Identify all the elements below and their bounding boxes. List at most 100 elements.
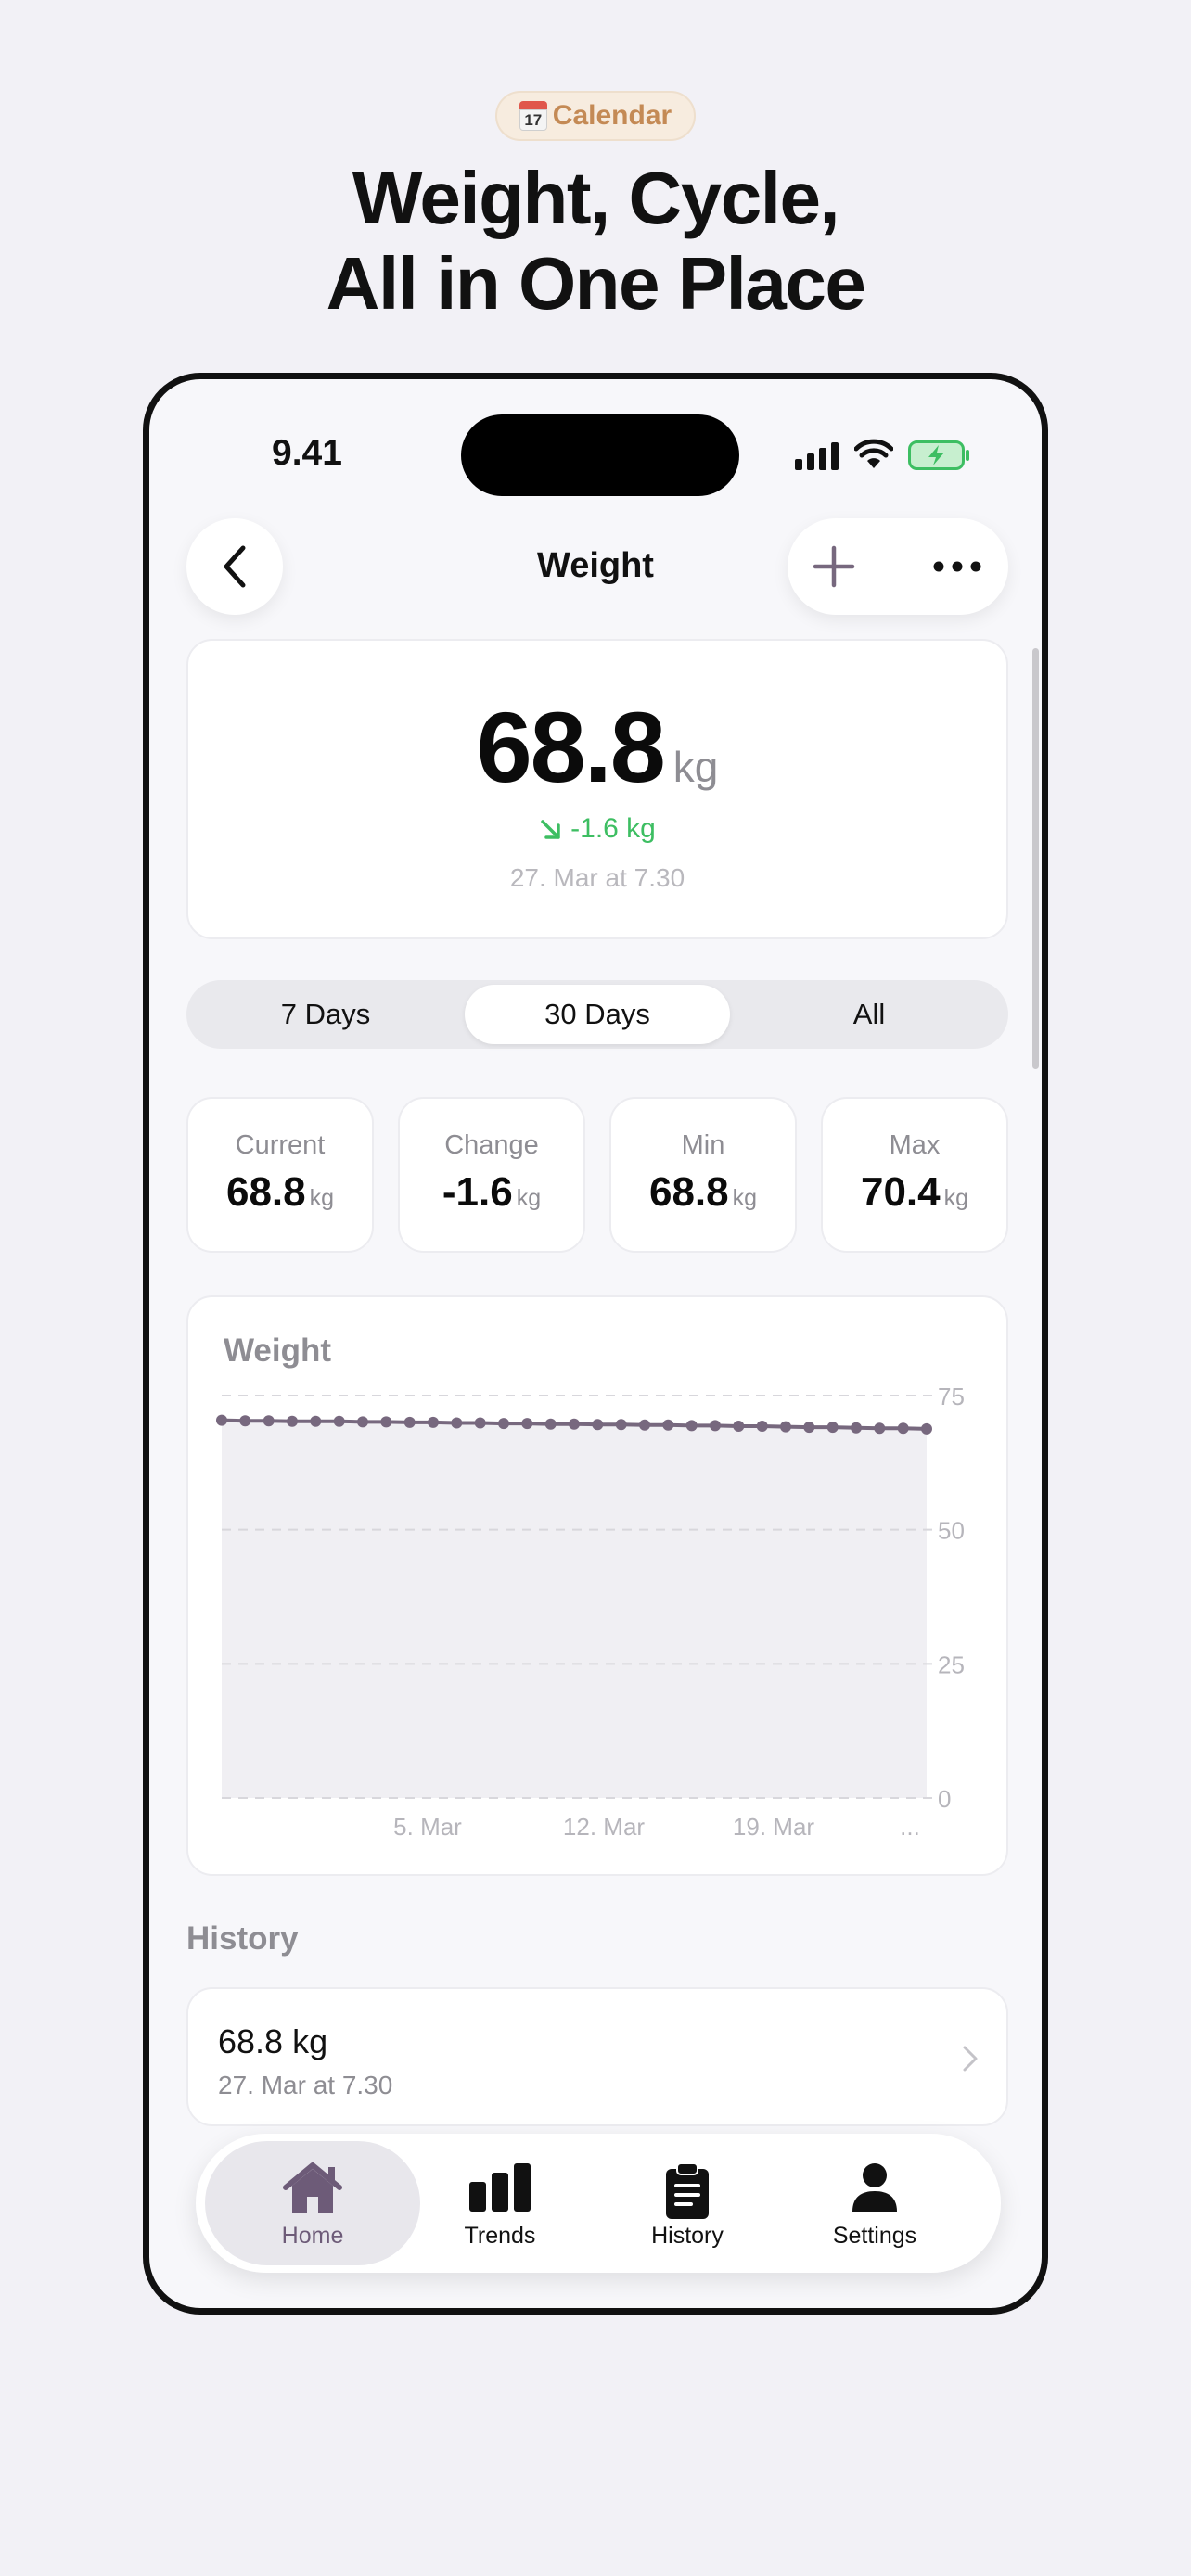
headline-line-2: All in One Place — [326, 242, 866, 325]
stat-value: 70.4 — [860, 1169, 941, 1215]
scroll-indicator[interactable] — [1032, 648, 1039, 1069]
stat-unit: kg — [943, 1185, 969, 1211]
stat-card-max: Max 70.4 kg — [821, 1097, 1008, 1253]
wifi-icon — [854, 439, 893, 468]
tab-bar: Home Trends History Settings — [196, 2134, 1001, 2273]
tab-label: Home — [281, 2223, 344, 2249]
headline-line-1: Weight, Cycle, — [352, 157, 840, 239]
weight-data-point — [756, 1421, 768, 1432]
home-icon — [283, 2162, 342, 2213]
bar-chart-icon — [469, 2163, 531, 2212]
x-tick-label: 19. Mar — [733, 1813, 814, 1841]
weight-data-point — [662, 1419, 674, 1431]
weight-data-point — [710, 1420, 721, 1432]
weight-data-point — [615, 1419, 627, 1431]
weight-data-point — [803, 1422, 815, 1434]
tab-label: Settings — [832, 2223, 917, 2249]
weight-data-point — [780, 1421, 791, 1433]
current-weight-value: 68.8 — [476, 691, 666, 803]
weight-data-point — [569, 1418, 580, 1430]
weight-chart[interactable]: 75 50 25 0 5. Mar 12. Mar 19. Mar... — [188, 1297, 1006, 1874]
range-selector: 7 Days 30 Days All — [186, 980, 1008, 1049]
tab-history[interactable]: History — [580, 2141, 795, 2265]
chevron-right-icon — [963, 2046, 978, 2072]
weight-data-point — [639, 1419, 650, 1431]
weight-timestamp: 27. Mar at 7.30 — [509, 863, 685, 892]
weight-data-point — [428, 1416, 439, 1428]
more-options-button[interactable] — [925, 539, 990, 594]
chart-area-fill — [222, 1420, 927, 1798]
plus-icon — [813, 545, 855, 588]
weight-data-point — [474, 1417, 486, 1429]
cellular-signal-icon — [795, 442, 839, 470]
stat-unit: kg — [516, 1185, 542, 1211]
tab-label: History — [651, 2223, 724, 2249]
weight-data-point — [592, 1419, 604, 1431]
weight-data-point — [897, 1422, 909, 1435]
stat-value: 68.8 — [225, 1169, 306, 1215]
range-30-days[interactable]: 30 Days — [465, 985, 730, 1044]
status-time: 9.41 — [272, 433, 342, 473]
stat-card-change: Change -1.6 kg — [398, 1097, 585, 1253]
stat-value: 68.8 — [648, 1169, 729, 1215]
weight-data-point — [357, 1416, 368, 1428]
badge-label: Calendar — [552, 100, 672, 131]
clipboard-icon — [666, 2162, 709, 2219]
nav-actions — [788, 518, 1008, 615]
weight-change: -1.6 kg — [188, 813, 1006, 845]
history-row[interactable]: 68.8 kg 27. Mar at 7.30 — [186, 1987, 1008, 2126]
range-7-days[interactable]: 7 Days — [193, 985, 458, 1044]
weight-data-point — [921, 1422, 932, 1435]
weight-data-point — [287, 1415, 298, 1427]
arrow-down-right-icon — [541, 820, 560, 839]
current-weight-card: 68.8 kg -1.6 kg 27. Mar at 7.30 — [186, 639, 1008, 939]
x-tick-label: 12. Mar — [563, 1813, 645, 1841]
tab-home[interactable]: Home — [205, 2141, 420, 2265]
stat-card-min: Min 68.8 kg — [609, 1097, 797, 1253]
tab-settings[interactable]: Settings — [767, 2141, 982, 2265]
stat-unit: kg — [732, 1185, 758, 1211]
weight-data-point — [544, 1418, 557, 1430]
tab-label: Trends — [464, 2223, 536, 2249]
x-tick-label: ... — [900, 1813, 920, 1841]
weight-chart-card: Weight 75 50 25 0 5. Mar 12. Mar 19. Mar... — [186, 1295, 1008, 1876]
stat-label: Current — [235, 1130, 326, 1160]
weight-data-point — [685, 1420, 698, 1432]
weight-data-point — [263, 1415, 275, 1427]
y-tick-label: 75 — [938, 1383, 965, 1410]
stat-unit: kg — [309, 1185, 335, 1211]
weight-data-point — [380, 1416, 392, 1428]
stat-label: Change — [444, 1130, 539, 1160]
stat-label: Max — [889, 1130, 941, 1160]
add-entry-button[interactable] — [806, 539, 862, 594]
weight-data-point — [521, 1418, 533, 1430]
x-tick-label: 5. Mar — [393, 1813, 462, 1841]
weight-data-point — [333, 1415, 345, 1427]
person-icon — [852, 2163, 897, 2212]
battery-charging-icon — [908, 440, 969, 470]
weight-data-point — [239, 1415, 251, 1427]
dynamic-island — [461, 414, 739, 496]
weight-data-point — [874, 1422, 886, 1435]
weight-data-point — [826, 1422, 839, 1434]
ellipsis-icon — [933, 561, 981, 572]
weight-data-point — [498, 1418, 509, 1430]
tab-trends[interactable]: Trends — [392, 2141, 608, 2265]
stat-value: -1.6 — [442, 1169, 513, 1215]
weight-data-point — [851, 1422, 862, 1434]
weight-data-point — [310, 1415, 322, 1427]
calendar-badge: 17 Calendar — [495, 91, 696, 141]
weight-data-point — [216, 1414, 227, 1426]
weight-data-point — [733, 1421, 745, 1432]
phone-frame: 9.41 Weight 68.8 kg -1.6 kg 27. Mar at 7… — [143, 373, 1048, 2315]
history-section-title: History — [186, 1920, 299, 1957]
range-all[interactable]: All — [736, 985, 1002, 1044]
stat-label: Min — [681, 1130, 725, 1160]
history-row-date: 27. Mar at 7.30 — [218, 2071, 393, 2099]
history-row-value: 68.8 kg — [218, 2022, 328, 2060]
headline: Weight, Cycle, All in One Place — [0, 156, 1191, 326]
y-tick-label: 0 — [938, 1785, 951, 1813]
weight-data-point — [403, 1416, 416, 1428]
weight-change-value: -1.6 kg — [570, 813, 656, 844]
weight-data-point — [451, 1417, 463, 1429]
